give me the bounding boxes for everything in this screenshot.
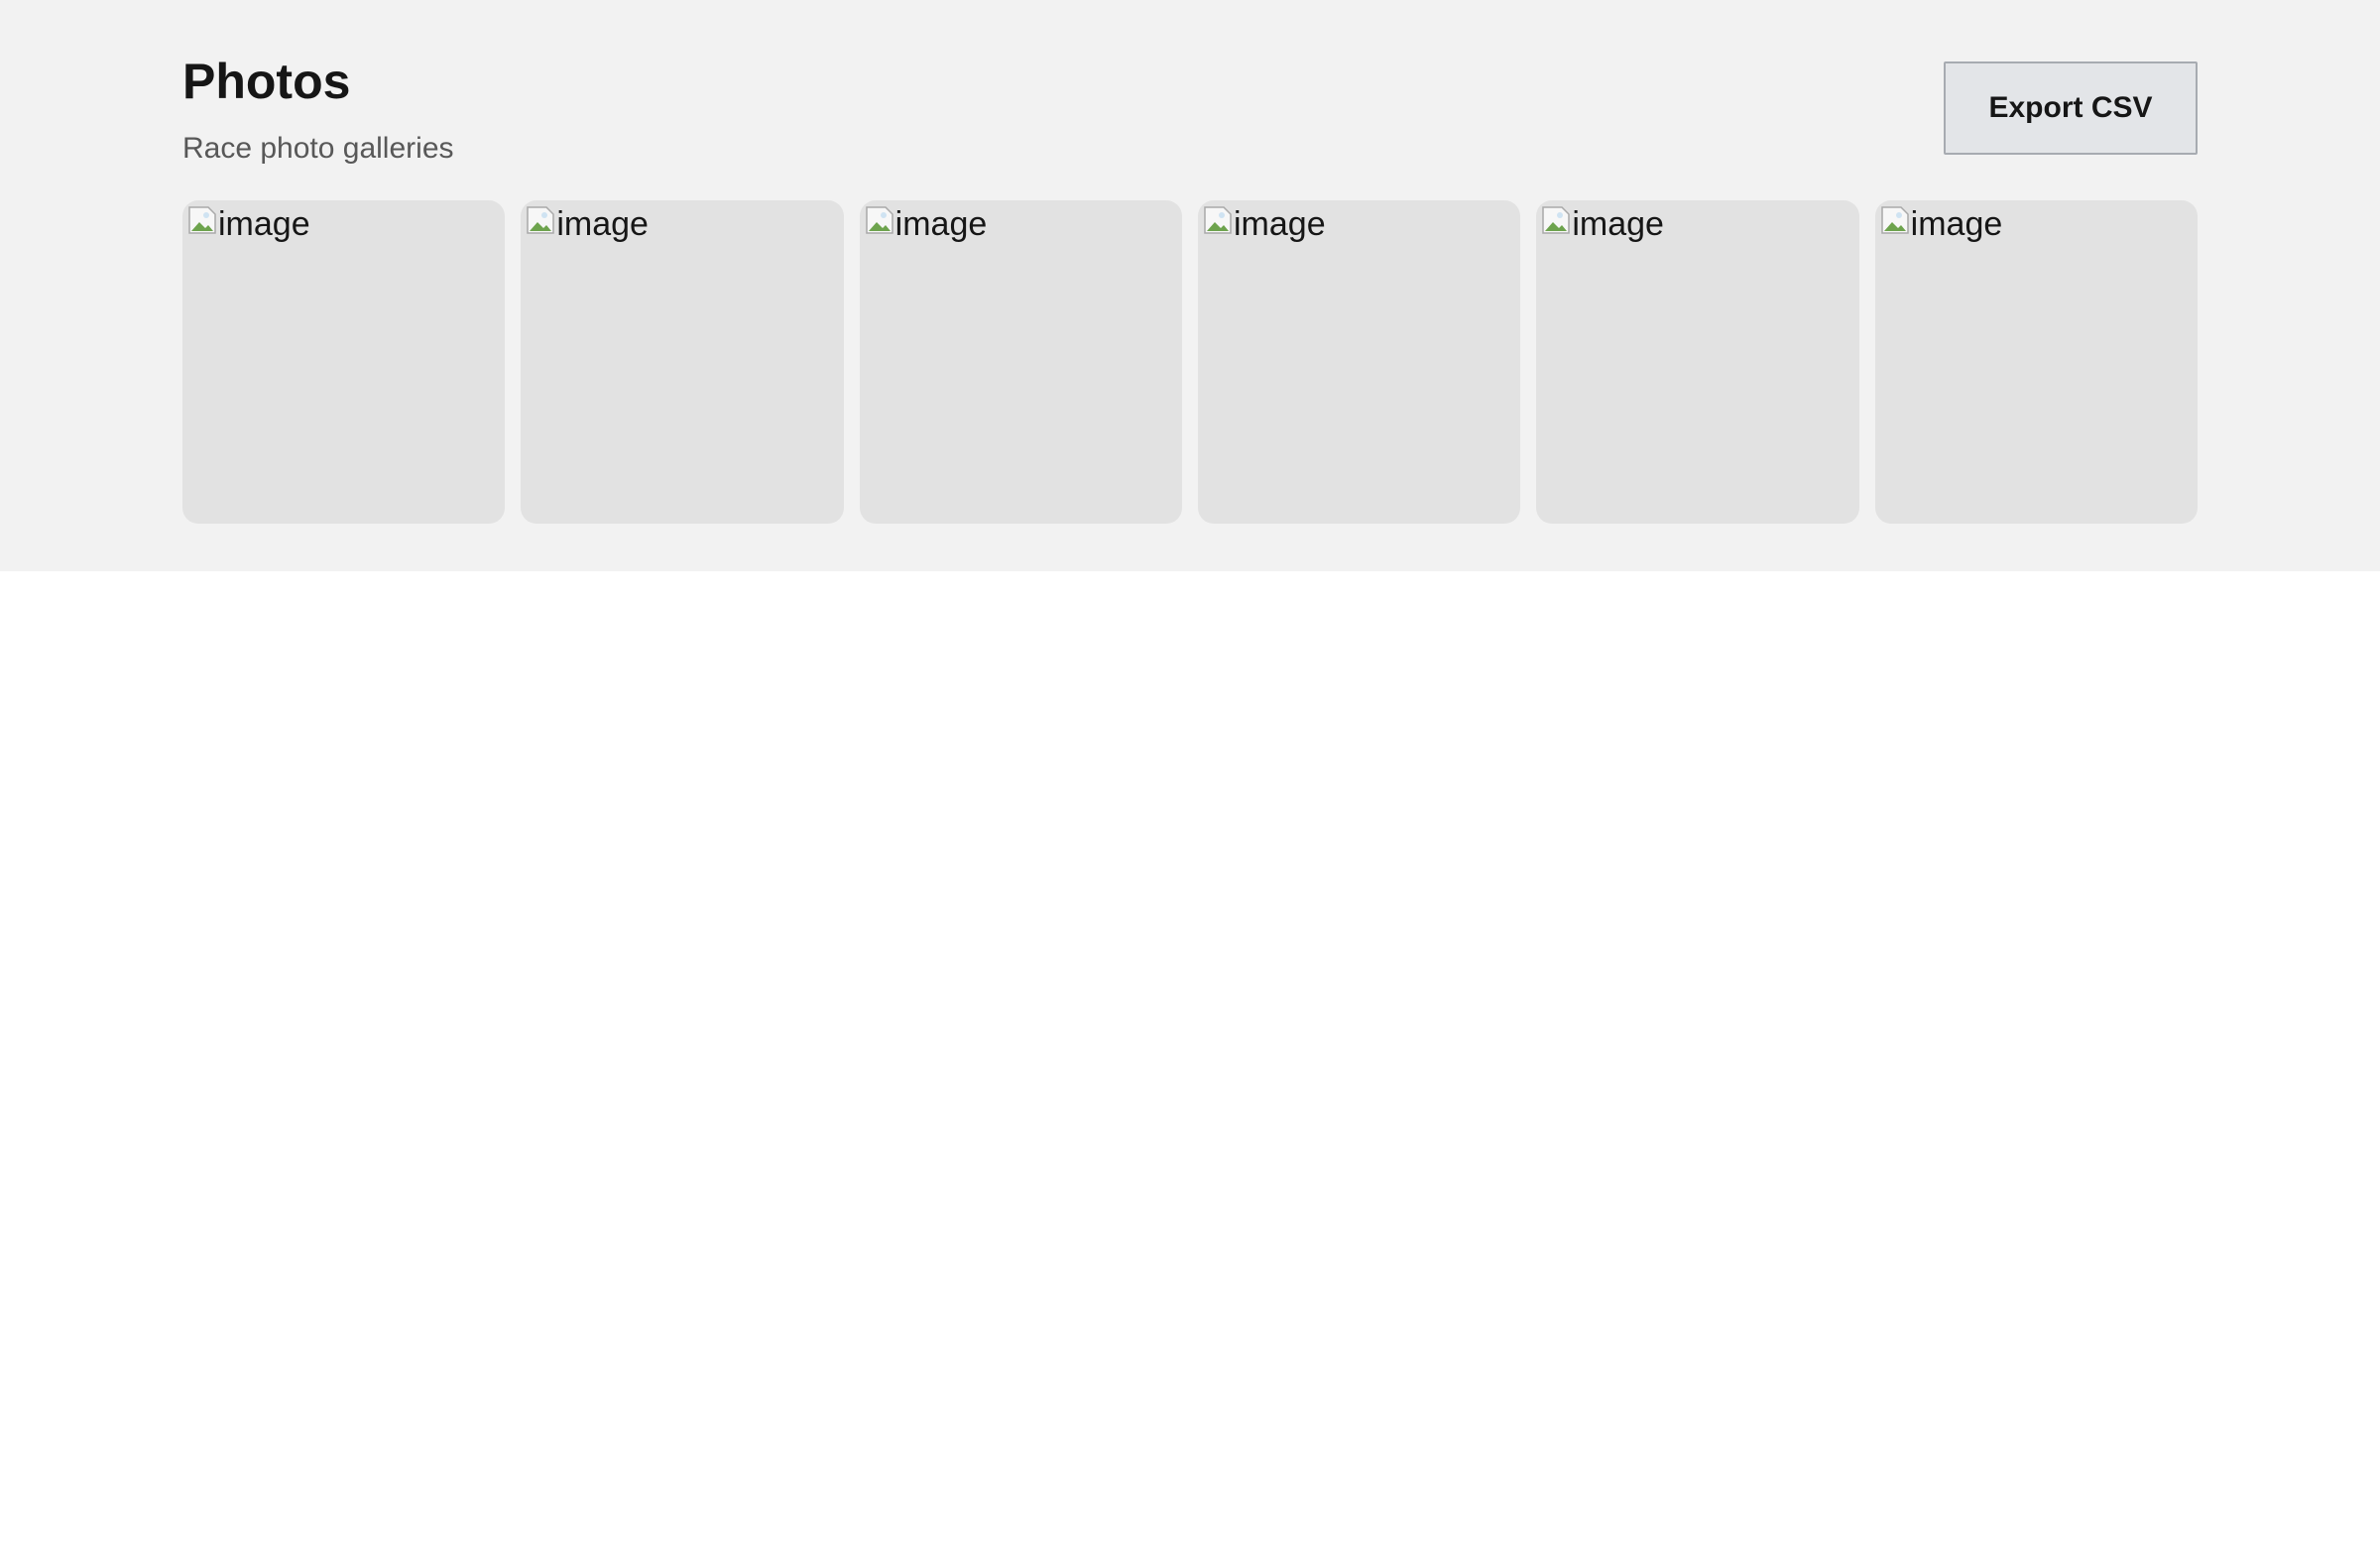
broken-image: image xyxy=(1540,204,1664,244)
image-alt-text: image xyxy=(1910,205,2003,243)
photo-tile[interactable]: image xyxy=(1874,200,2198,524)
broken-image-icon xyxy=(1542,206,1571,234)
broken-image-icon xyxy=(865,206,893,234)
broken-image-icon xyxy=(188,206,216,234)
photo-gallery: image image image image image image xyxy=(182,200,2198,524)
page-title: Photos xyxy=(182,54,351,109)
image-alt-text: image xyxy=(1572,205,1664,243)
broken-image: image xyxy=(186,204,310,244)
image-alt-text: image xyxy=(1234,205,1326,243)
photo-tile[interactable]: image xyxy=(521,200,844,524)
broken-image-icon xyxy=(527,206,555,234)
broken-image: image xyxy=(864,204,988,244)
export-csv-button[interactable]: Export CSV xyxy=(1944,61,2198,155)
image-alt-text: image xyxy=(556,205,649,243)
broken-image-icon xyxy=(1880,206,1909,234)
image-alt-text: image xyxy=(894,205,988,243)
image-alt-text: image xyxy=(218,205,310,243)
broken-image: image xyxy=(525,204,649,244)
broken-image: image xyxy=(1879,204,2003,244)
photo-tile[interactable]: image xyxy=(859,200,1182,524)
photo-tile[interactable]: image xyxy=(1536,200,1859,524)
broken-image-icon xyxy=(1204,206,1232,234)
page-subtitle: Race photo galleries xyxy=(182,132,454,165)
photo-tile[interactable]: image xyxy=(182,200,506,524)
photo-tile[interactable]: image xyxy=(1198,200,1521,524)
photos-panel: Photos Race photo galleries Export CSV i… xyxy=(0,0,2380,571)
broken-image: image xyxy=(1202,204,1326,244)
